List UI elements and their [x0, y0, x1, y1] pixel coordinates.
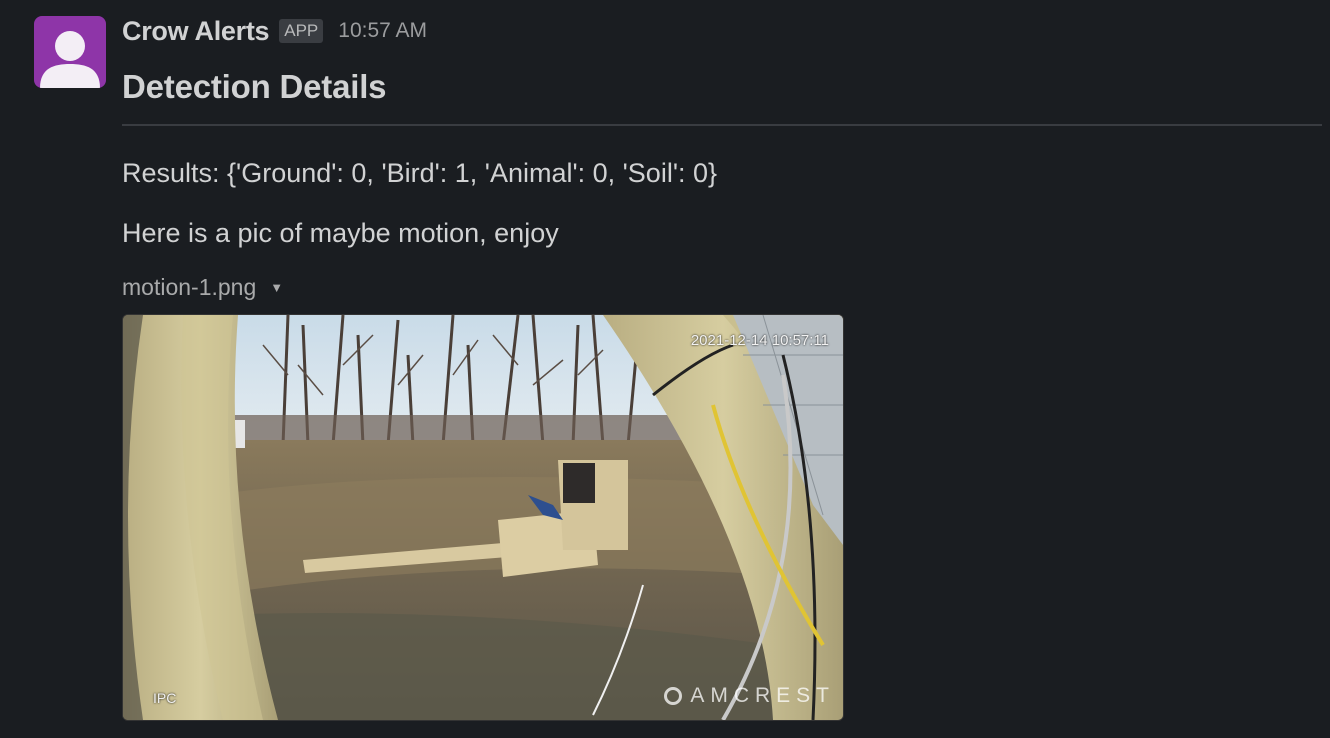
user-silhouette-icon — [40, 31, 100, 88]
sender-avatar[interactable] — [34, 16, 106, 88]
results-text: Results: {'Ground': 0, 'Bird': 1, 'Anima… — [122, 158, 718, 188]
attachment-image[interactable]: 2021-12-14 10:57:11 IPC AMCREST — [122, 314, 844, 721]
body-text: Here is a pic of maybe motion, enjoy — [122, 218, 559, 248]
camera-label-overlay: IPC — [153, 690, 177, 706]
brand-name: AMCREST — [690, 684, 835, 707]
brand-watermark: AMCREST — [664, 684, 835, 708]
divider — [122, 124, 1322, 126]
photo-timestamp-overlay: 2021-12-14 10:57:11 — [690, 332, 829, 349]
camera-photo — [123, 315, 843, 720]
amcrest-logo-icon — [664, 687, 683, 705]
message-title: Detection Details — [122, 68, 387, 105]
attachment-header: motion-1.png ▼ — [122, 274, 283, 301]
message-timestamp[interactable]: 10:57 AM — [338, 19, 427, 43]
caret-down-icon[interactable]: ▼ — [270, 280, 283, 295]
message-header: Crow Alerts APP 10:57 AM — [122, 12, 1322, 50]
sender-name[interactable]: Crow Alerts — [122, 16, 270, 47]
message: Crow Alerts APP 10:57 AM Detection Detai… — [122, 12, 1322, 300]
attachment-filename[interactable]: motion-1.png — [122, 274, 256, 301]
app-badge: APP — [279, 19, 324, 43]
